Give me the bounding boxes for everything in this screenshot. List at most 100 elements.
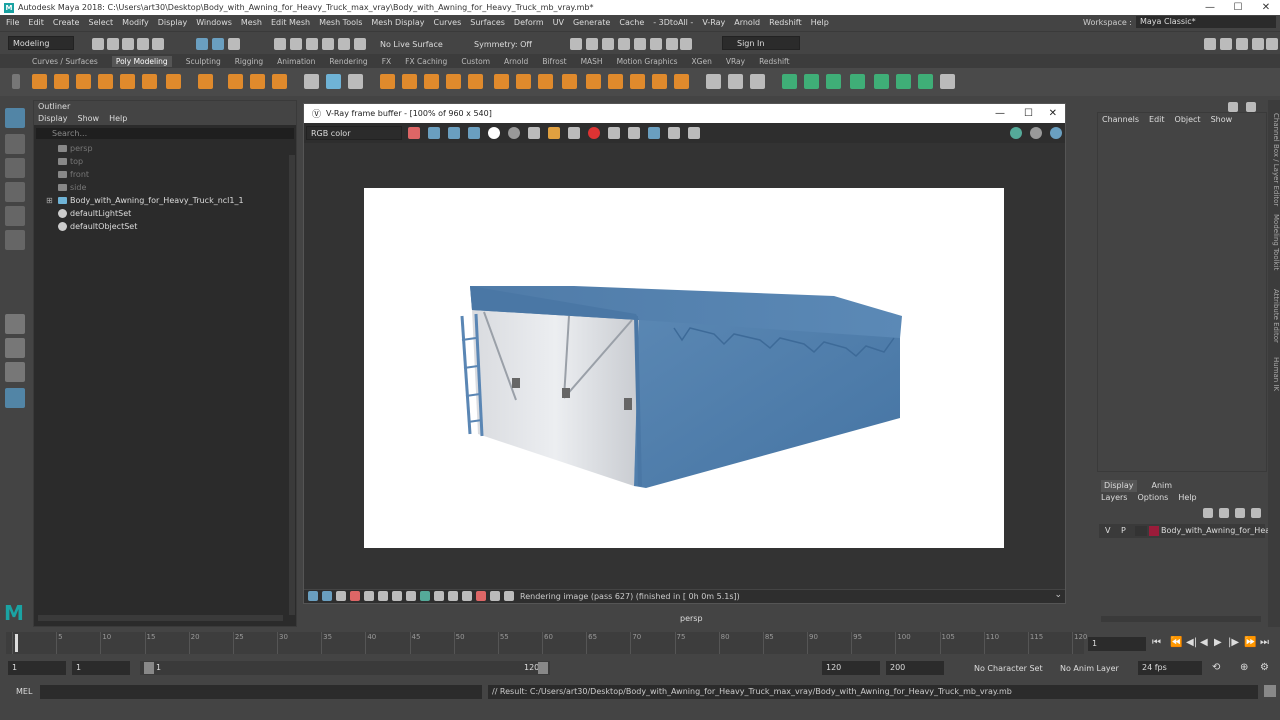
layer-hscrollbar[interactable] (1101, 616, 1261, 622)
poly-cone-icon[interactable] (98, 74, 113, 89)
outliner-item[interactable]: Body_with_Awning_for_Heavy_Truck_ncl1_1 ⊞ (34, 194, 296, 207)
delete-history-icon[interactable] (940, 74, 955, 89)
current-frame-field[interactable]: 1 (1088, 637, 1146, 651)
move-layer-down-icon[interactable] (1219, 508, 1229, 518)
shelf-tab-bifrost[interactable]: Bifrost (542, 57, 566, 66)
character-set-dropdown[interactable]: No Character Set (974, 664, 1043, 673)
menu-mesh-tools[interactable]: Mesh Tools (319, 18, 362, 27)
compare-icon[interactable] (434, 591, 444, 601)
soften-edge-icon[interactable] (782, 74, 797, 89)
vertical-split-icon[interactable] (476, 591, 486, 601)
workspace-dropdown[interactable]: Maya Classic* (1136, 16, 1276, 28)
fps-dropdown[interactable]: 24 fps (1138, 661, 1202, 675)
stop-render-icon[interactable] (588, 127, 600, 139)
snap-curve-icon[interactable] (290, 38, 302, 50)
menu-v-ray[interactable]: V-Ray (702, 18, 725, 27)
menu-arnold[interactable]: Arnold (734, 18, 760, 27)
render-frame-icon[interactable] (586, 38, 598, 50)
region-render-icon[interactable] (628, 127, 640, 139)
four-view-layout-icon[interactable] (5, 338, 25, 358)
single-perspective-layout-icon[interactable] (5, 314, 25, 334)
render-ipr-icon[interactable] (1030, 127, 1042, 139)
outliner-menu-help[interactable]: Help (109, 113, 127, 125)
poly-plane-icon[interactable] (142, 74, 157, 89)
open-scene-icon[interactable] (107, 38, 119, 50)
outliner-item[interactable]: defaultObjectSet (34, 220, 296, 233)
layer-menu-options[interactable]: Options (1137, 492, 1168, 504)
red-channel-icon[interactable] (428, 127, 440, 139)
outliner-item[interactable]: top (34, 155, 296, 168)
menu-create[interactable]: Create (53, 18, 80, 27)
select-by-object-icon[interactable] (212, 38, 224, 50)
move-tool-icon[interactable] (5, 182, 25, 202)
step-forward-key-icon[interactable]: ⏩ (1244, 637, 1256, 648)
uv-layout-icon[interactable] (728, 74, 743, 89)
layer-tab-anim[interactable]: Anim (1149, 480, 1176, 492)
maximize-button[interactable]: ☐ (1224, 0, 1252, 15)
shelf-tab-curves-surfaces[interactable]: Curves / Surfaces (32, 57, 98, 66)
load-image-icon[interactable] (548, 127, 560, 139)
undo-icon[interactable] (137, 38, 149, 50)
go-to-end-icon[interactable]: ⏭ (1260, 637, 1269, 648)
multi-cut-icon[interactable] (562, 74, 577, 89)
menu-windows[interactable]: Windows (196, 18, 232, 27)
poly-disc-icon[interactable] (166, 74, 181, 89)
layer-color-swatch[interactable] (1149, 526, 1159, 536)
two-view-layout-icon[interactable] (5, 362, 25, 382)
poly-cube-icon[interactable] (54, 74, 69, 89)
expand-icon[interactable]: ⌄ (1054, 590, 1062, 600)
reverse-normals-icon[interactable] (826, 74, 841, 89)
channel-box-menu-show[interactable]: Show (1211, 113, 1233, 127)
current-time-marker[interactable] (15, 634, 18, 652)
flip-icon[interactable] (674, 74, 689, 89)
layer-menu-help[interactable]: Help (1178, 492, 1196, 504)
lasso-tool-icon[interactable] (5, 134, 25, 154)
mode-dropdown[interactable]: Modeling (8, 36, 74, 50)
ipr-render-icon[interactable] (602, 38, 614, 50)
loop-icon[interactable]: ⟲ (1212, 662, 1220, 673)
clear-image-icon[interactable] (568, 127, 580, 139)
interactive-render-icon[interactable] (1050, 127, 1062, 139)
side-tab-attribute-editor[interactable]: Attribute Editor (1268, 286, 1280, 346)
super-shape-icon[interactable] (228, 74, 243, 89)
quadrangulate-icon[interactable] (918, 74, 933, 89)
channel-box-menu-object[interactable]: Object (1175, 113, 1201, 127)
menu-edit-mesh[interactable]: Edit Mesh (271, 18, 310, 27)
side-tab-channel-box[interactable]: Channel Box / Layer Editor (1268, 110, 1280, 210)
menu-redshift[interactable]: Redshift (769, 18, 801, 27)
pixel-aspect-icon[interactable] (392, 591, 402, 601)
rgb-channel-icon[interactable] (408, 127, 420, 139)
uv-editor-icon[interactable] (706, 74, 721, 89)
link-to-viewport-icon[interactable] (648, 127, 660, 139)
scale-tool-icon[interactable] (5, 230, 25, 250)
shelf-tab-fx[interactable]: FX (382, 57, 391, 66)
command-input[interactable] (40, 685, 482, 699)
horizontal-split-icon[interactable] (462, 591, 472, 601)
menu-select[interactable]: Select (88, 18, 113, 27)
outliner-hscrollbar[interactable] (38, 615, 283, 621)
pause-icon[interactable] (680, 38, 692, 50)
poly-sphere-icon[interactable] (32, 74, 47, 89)
snap-point-icon[interactable] (306, 38, 318, 50)
channel-box-icon[interactable] (1266, 38, 1278, 50)
menu-file[interactable]: File (6, 18, 19, 27)
paint-select-icon[interactable] (5, 158, 25, 178)
harden-edge-icon[interactable] (804, 74, 819, 89)
menu-surfaces[interactable]: Surfaces (470, 18, 505, 27)
shelf-tab-animation[interactable]: Animation (277, 57, 315, 66)
shelf-tab-poly-modeling[interactable]: Poly Modeling (111, 55, 172, 67)
anim-layer-dropdown[interactable]: No Anim Layer (1060, 664, 1119, 673)
save-scene-icon[interactable] (122, 38, 134, 50)
range-slider-end-handle[interactable] (538, 662, 548, 674)
layer-menu-layers[interactable]: Layers (1101, 492, 1127, 504)
text-tool-icon[interactable] (250, 74, 265, 89)
menu-help[interactable]: Help (811, 18, 829, 27)
new-layer-icon[interactable] (1235, 508, 1245, 518)
platonic-solid-icon[interactable] (198, 74, 213, 89)
menu-display[interactable]: Display (158, 18, 188, 27)
auto-key-icon[interactable]: ⊕ (1240, 662, 1248, 673)
symmetry-label[interactable]: Symmetry: Off (474, 40, 532, 49)
animation-end-field[interactable]: 200 (886, 661, 944, 675)
mirror-icon[interactable] (424, 74, 439, 89)
playback-start-field[interactable]: 1 (72, 661, 130, 675)
